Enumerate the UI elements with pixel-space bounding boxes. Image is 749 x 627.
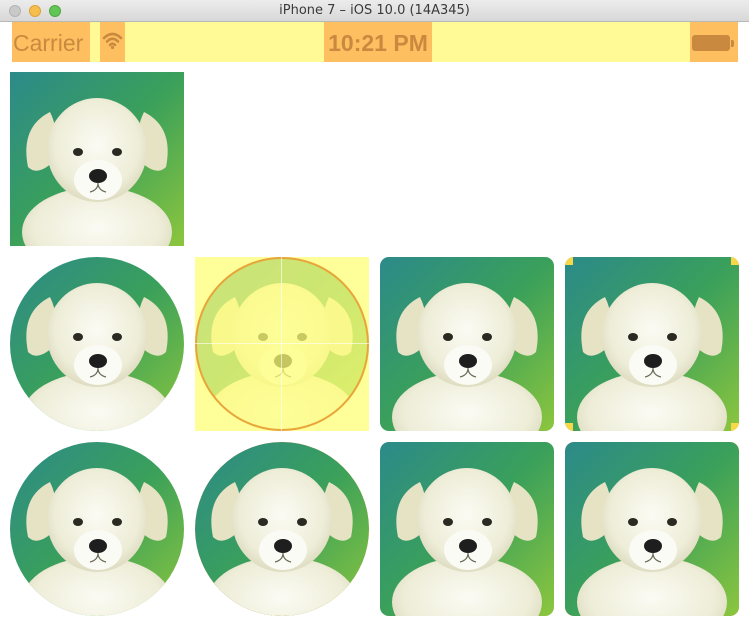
crosshair-horizontal [195,343,369,344]
puppy-image-square [10,72,184,246]
circle-border-outline [195,257,369,431]
clock-label: 10:21 PM [328,30,428,56]
clock-box: 10:21 PM [324,22,432,62]
corner-marker [731,423,739,431]
wifi-icon [100,22,125,62]
puppy-image-rounded-bordered [565,257,739,431]
corner-marker [565,257,573,265]
puppy-image-circle [10,442,184,616]
battery-icon [690,22,738,62]
window-titlebar: iPhone 7 – iOS 10.0 (14A345) [0,0,749,22]
corner-marker [565,423,573,431]
carrier-label-box: Carrier [12,22,90,62]
corner-marker [731,257,739,265]
puppy-image-rounded-bordered [565,442,739,616]
carrier-label: Carrier [13,30,84,56]
puppy-image-circle [10,257,184,431]
crosshair-vertical [281,257,282,431]
debug-highlight-overlay [195,257,369,431]
puppy-image-rounded [380,442,554,616]
window-title: iPhone 7 – iOS 10.0 (14A345) [279,3,470,18]
puppy-image-rounded [380,257,554,431]
status-bar: Carrier 10:21 PM [12,22,738,62]
puppy-image-circle-bordered [195,442,369,616]
